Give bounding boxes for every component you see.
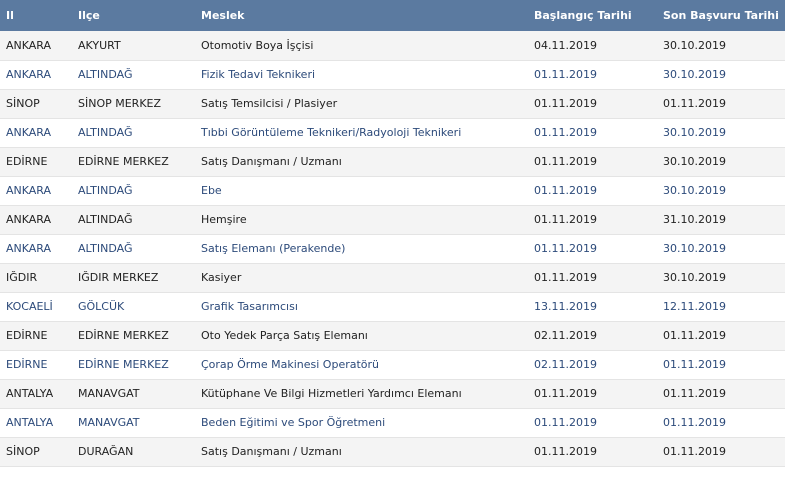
cell-son-basvuru-tarihi: 01.11.2019	[663, 445, 726, 458]
cell-ilce: AKYURT	[78, 38, 121, 52]
cell-il: EDİRNE	[6, 155, 48, 168]
cell-ilce: EDİRNE MERKEZ	[78, 358, 169, 371]
cell-son-basvuru-tarihi: 01.11.2019	[663, 387, 726, 400]
cell-baslangic-tarihi: 01.11.2019	[534, 126, 597, 139]
cell-ilce: ALTINDAĞ	[78, 184, 133, 197]
cell-il: ANTALYA	[6, 416, 54, 429]
cell-son-basvuru-tarihi: 30.10.2019	[663, 38, 726, 52]
cell-baslangic-tarihi: 01.11.2019	[534, 416, 597, 429]
job-listings-table: Il Ilçe Meslek Başlangıç Tarihi Son Başv…	[0, 0, 785, 467]
cell-ilce: ALTINDAĞ	[78, 242, 133, 255]
cell-il: ANKARA	[6, 184, 52, 197]
table-row[interactable]: ANKARA ALTINDAĞ Hemşire 01.11.2019 31.10.201…	[0, 205, 785, 234]
cell-il: ANKARA	[6, 68, 52, 81]
cell-son-basvuru-tarihi: 01.11.2019	[663, 358, 726, 371]
cell-ilce: ALTINDAĞ	[78, 68, 133, 81]
table-row[interactable]: ANKARA ALTINDAĞ Ebe 01.11.2019 30.10.2019	[0, 176, 785, 205]
table-row[interactable]: ANKARA ALTINDAĞ Tıbbi Görüntüleme Tekniker…	[0, 118, 785, 147]
cell-ilce: ALTINDAĞ	[78, 126, 133, 139]
cell-meslek[interactable]: Çorap Örme Makinesi Operatörü	[195, 350, 528, 379]
cell-il: ANTALYA	[6, 387, 54, 400]
cell-il: EDİRNE	[6, 329, 48, 342]
cell-meslek[interactable]: Satış Danışmanı / Uzmanı	[195, 437, 528, 466]
cell-il: EDİRNE	[6, 358, 48, 371]
cell-meslek[interactable]: Fizik Tedavi Teknikeri	[195, 60, 528, 89]
cell-son-basvuru-tarihi: 31.10.2019	[663, 213, 726, 226]
table-header-row: Il Ilçe Meslek Başlangıç Tarihi Son Başv…	[0, 0, 785, 31]
cell-baslangic-tarihi: 02.11.2019	[534, 358, 597, 371]
header-baslangic-tarihi[interactable]: Başlangıç Tarihi	[528, 0, 657, 31]
table-row[interactable]: ANKARA AKYURT Otomotiv Boya İşçisi 04.11.20…	[0, 31, 785, 60]
cell-ilce: EDİRNE MERKEZ	[78, 155, 169, 168]
cell-son-basvuru-tarihi: 30.10.2019	[663, 271, 726, 284]
cell-baslangic-tarihi: 13.11.2019	[534, 300, 597, 313]
cell-baslangic-tarihi: 01.11.2019	[534, 271, 597, 284]
table-row[interactable]: ANKARA ALTINDAĞ Satış Elemanı (Perakende) 0…	[0, 234, 785, 263]
cell-meslek[interactable]: Ebe	[195, 176, 528, 205]
cell-son-basvuru-tarihi: 01.11.2019	[663, 329, 726, 342]
cell-baslangic-tarihi: 01.11.2019	[534, 68, 597, 81]
cell-meslek[interactable]: Oto Yedek Parça Satış Elemanı	[195, 321, 528, 350]
table-row[interactable]: ANTALYA MANAVGAT Kütüphane Ve Bilgi Hizmet…	[0, 379, 785, 408]
cell-meslek[interactable]: Kasiyer	[195, 263, 528, 292]
cell-son-basvuru-tarihi: 12.11.2019	[663, 300, 726, 313]
cell-son-basvuru-tarihi: 30.10.2019	[663, 155, 726, 168]
cell-son-basvuru-tarihi: 01.11.2019	[663, 416, 726, 429]
cell-meslek[interactable]: Kütüphane Ve Bilgi Hizmetleri Yardımcı E…	[195, 379, 528, 408]
cell-meslek[interactable]: Beden Eğitimi ve Spor Öğretmeni	[195, 408, 528, 437]
cell-ilce: SİNOP MERKEZ	[78, 97, 162, 110]
header-il[interactable]: Il	[0, 0, 72, 31]
cell-ilce: IĞDIR MERKEZ	[78, 271, 159, 284]
cell-son-basvuru-tarihi: 30.10.2019	[663, 126, 726, 139]
cell-il: ANKARA	[6, 213, 52, 226]
cell-il: IĞDIR	[6, 271, 38, 284]
table-row[interactable]: KOCAELİ GÖLCÜK Grafik Tasarımcısı 13.11.201…	[0, 292, 785, 321]
cell-meslek[interactable]: Hemşire	[195, 205, 528, 234]
table-row[interactable]: EDİRNE EDİRNE MERKEZ Satış Danışmanı / Uzm…	[0, 147, 785, 176]
cell-meslek[interactable]: Tıbbi Görüntüleme Teknikeri/Radyoloji Te…	[195, 118, 528, 147]
header-son-basvuru-tarihi[interactable]: Son Başvuru Tarihi	[657, 0, 785, 31]
cell-il: ANKARA	[6, 242, 52, 255]
cell-baslangic-tarihi: 01.11.2019	[534, 213, 597, 226]
cell-baslangic-tarihi: 01.11.2019	[534, 445, 597, 458]
cell-son-basvuru-tarihi: 30.10.2019	[663, 68, 726, 81]
table-row[interactable]: ANTALYA MANAVGAT Beden Eğitimi ve Spor Öğr…	[0, 408, 785, 437]
cell-meslek[interactable]: Satış Danışmanı / Uzmanı	[195, 147, 528, 176]
table-row[interactable]: EDİRNE EDİRNE MERKEZ Çorap Örme Makinesi O…	[0, 350, 785, 379]
cell-il: KOCAELİ	[6, 300, 53, 313]
cell-baslangic-tarihi: 04.11.2019	[534, 38, 597, 52]
cell-baslangic-tarihi: 01.11.2019	[534, 242, 597, 255]
cell-meslek[interactable]: Satış Elemanı (Perakende)	[195, 234, 528, 263]
table-row[interactable]: EDİRNE EDİRNE MERKEZ Oto Yedek Parça Satış…	[0, 321, 785, 350]
table-row[interactable]: IĞDIR IĞDIR MERKEZ Kasiyer 01.11.2019 30.10.…	[0, 263, 785, 292]
cell-ilce: EDİRNE MERKEZ	[78, 329, 169, 342]
cell-baslangic-tarihi: 01.11.2019	[534, 387, 597, 400]
cell-baslangic-tarihi: 02.11.2019	[534, 329, 597, 342]
cell-ilce: DURAĞAN	[78, 445, 134, 458]
cell-baslangic-tarihi: 01.11.2019	[534, 155, 597, 168]
cell-il: ANKARA	[6, 38, 52, 52]
cell-ilce: ALTINDAĞ	[78, 213, 133, 226]
cell-il: ANKARA	[6, 126, 52, 139]
cell-ilce: MANAVGAT	[78, 416, 140, 429]
table-row[interactable]: SİNOP DURAĞAN Satış Danışmanı / Uzmanı 01.1…	[0, 437, 785, 466]
cell-baslangic-tarihi: 01.11.2019	[534, 184, 597, 197]
cell-il: SİNOP	[6, 445, 40, 458]
cell-meslek[interactable]: Satış Temsilcisi / Plasiyer	[195, 89, 528, 118]
header-ilce[interactable]: Ilçe	[72, 0, 195, 31]
cell-ilce: MANAVGAT	[78, 387, 140, 400]
cell-meslek[interactable]: Grafik Tasarımcısı	[195, 292, 528, 321]
table-row[interactable]: SİNOP SİNOP MERKEZ Satış Temsilcisi / Plas…	[0, 89, 785, 118]
cell-baslangic-tarihi: 01.11.2019	[534, 97, 597, 110]
cell-son-basvuru-tarihi: 30.10.2019	[663, 184, 726, 197]
cell-il: SİNOP	[6, 97, 40, 110]
header-meslek[interactable]: Meslek	[195, 0, 528, 31]
cell-son-basvuru-tarihi: 01.11.2019	[663, 97, 726, 110]
cell-ilce: GÖLCÜK	[78, 300, 125, 313]
cell-son-basvuru-tarihi: 30.10.2019	[663, 242, 726, 255]
cell-meslek[interactable]: Otomotiv Boya İşçisi	[195, 31, 528, 60]
table-row[interactable]: ANKARA ALTINDAĞ Fizik Tedavi Teknikeri 01.1…	[0, 60, 785, 89]
